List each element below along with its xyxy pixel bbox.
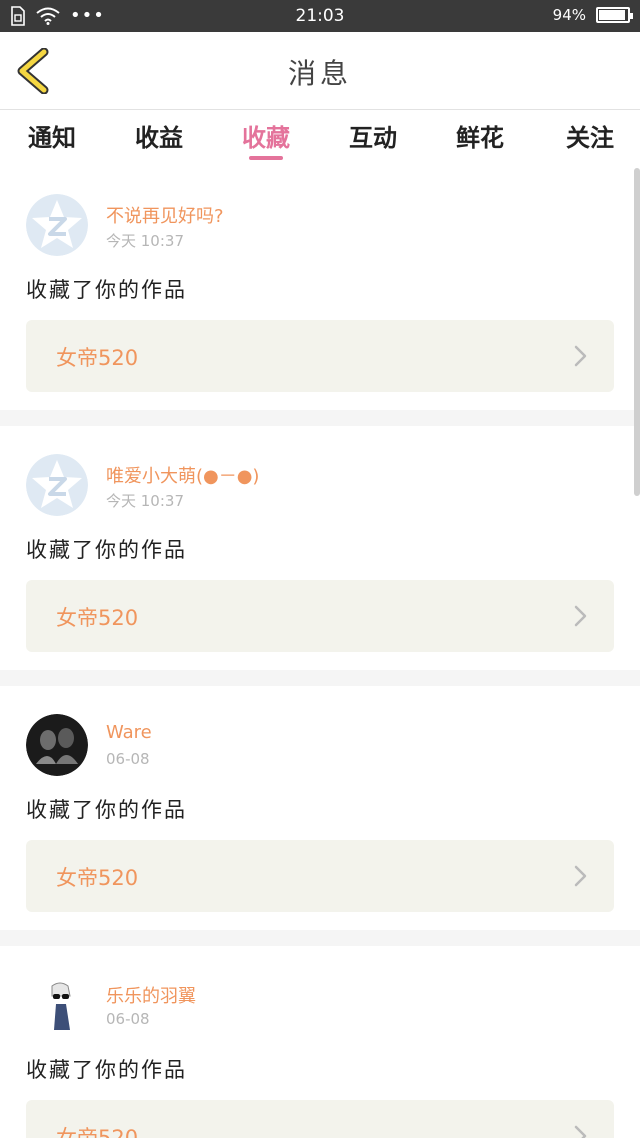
work-title: 女帝520: [56, 346, 139, 370]
tab-favorites[interactable]: 收藏: [221, 118, 311, 160]
battery-percent: 94%: [552, 6, 586, 24]
message-card: Ware 06-08 收藏了你的作品 女帝520: [0, 686, 640, 930]
timestamp: 今天 10:37: [106, 232, 184, 250]
active-tab-indicator: [249, 156, 283, 160]
tab-interactions[interactable]: 互动: [328, 118, 418, 153]
work-title: 女帝520: [56, 606, 139, 630]
status-bar: ••• 21:03 94%: [0, 0, 640, 32]
nav-bar: 消息: [0, 32, 640, 110]
message-card: 不说再见好吗? 今天 10:37 收藏了你的作品 女帝520: [0, 166, 640, 410]
chevron-right-icon: [574, 605, 587, 627]
username[interactable]: 唯爱小大萌(●－●): [106, 462, 259, 488]
cartoon-avatar[interactable]: [26, 974, 88, 1036]
status-time: 21:03: [295, 6, 345, 26]
tab-follows[interactable]: 关注: [545, 118, 635, 153]
action-text: 收藏了你的作品: [26, 538, 187, 562]
work-link[interactable]: 女帝520: [26, 840, 614, 912]
work-link[interactable]: 女帝520: [26, 1100, 614, 1138]
work-title: 女帝520: [56, 1126, 139, 1138]
action-text: 收藏了你的作品: [26, 798, 187, 822]
work-title: 女帝520: [56, 866, 139, 890]
action-text: 收藏了你的作品: [26, 278, 187, 302]
timestamp: 今天 10:37: [106, 492, 184, 510]
message-card: 乐乐的羽翼 06-08 收藏了你的作品 女帝520: [0, 946, 640, 1138]
username[interactable]: 不说再见好吗?: [106, 202, 224, 228]
work-link[interactable]: 女帝520: [26, 580, 614, 652]
work-link[interactable]: 女帝520: [26, 320, 614, 392]
page-title: 消息: [287, 57, 352, 90]
chevron-right-icon: [574, 865, 587, 887]
status-right: 94%: [552, 6, 633, 24]
message-card: 唯爱小大萌(●－●) 今天 10:37 收藏了你的作品 女帝520: [0, 426, 640, 670]
battery-icon: [596, 7, 633, 23]
tab-earnings[interactable]: 收益: [114, 118, 204, 153]
qzone-logo-icon[interactable]: [26, 194, 88, 256]
tab-notifications[interactable]: 通知: [7, 118, 97, 153]
qzone-logo-icon[interactable]: [26, 454, 88, 516]
username[interactable]: Ware: [106, 722, 152, 743]
action-text: 收藏了你的作品: [26, 1058, 187, 1082]
scrollbar[interactable]: [634, 168, 640, 496]
photo-avatar[interactable]: [26, 714, 88, 776]
tab-bar: 通知 收益 收藏 互动 鲜花 关注: [0, 110, 640, 166]
chevron-right-icon: [574, 1125, 587, 1138]
timestamp: 06-08: [106, 1010, 150, 1028]
username[interactable]: 乐乐的羽翼: [106, 982, 196, 1008]
timestamp: 06-08: [106, 750, 150, 768]
tab-flowers[interactable]: 鲜花: [435, 118, 525, 153]
chevron-right-icon: [574, 345, 587, 367]
